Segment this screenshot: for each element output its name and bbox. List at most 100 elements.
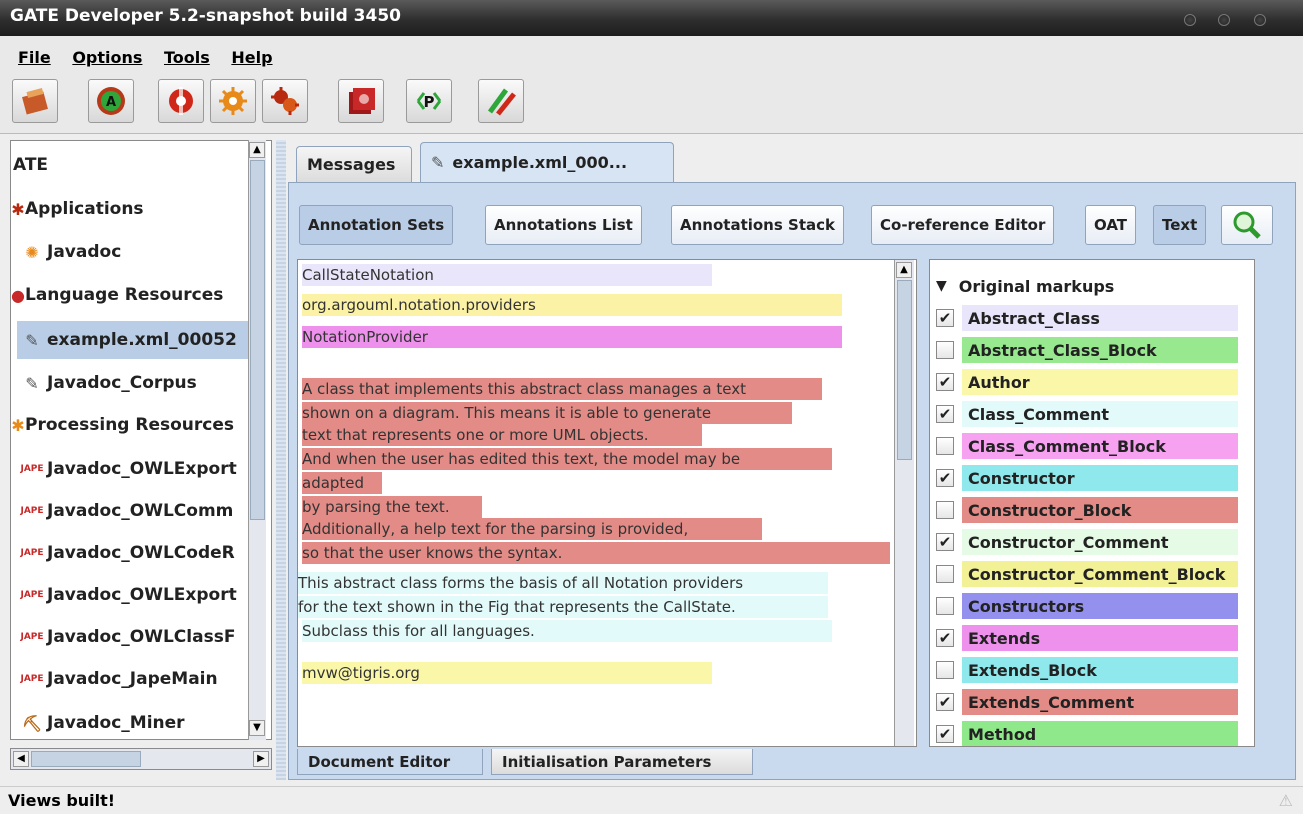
minimize-icon[interactable] — [1184, 14, 1196, 26]
tree-pr-item[interactable]: JAPE Javadoc_OWLComm — [17, 495, 233, 527]
menu-tools[interactable]: Tools — [164, 48, 210, 67]
annotation-checkbox[interactable]: ✔ — [936, 309, 954, 327]
document-text-area[interactable]: CallStateNotation org.argouml.notation.pr… — [297, 259, 917, 747]
annotation-type-row[interactable]: ✔ Class_Comment — [936, 400, 1238, 428]
annotation-checkbox[interactable] — [936, 501, 954, 519]
tree-pr-item[interactable]: JAPE Javadoc_JapeMain — [17, 663, 217, 695]
text-vertical-scrollbar[interactable]: ▲ — [894, 260, 914, 746]
scroll-up-icon[interactable]: ▲ — [896, 262, 912, 278]
tree-applications[interactable]: ✱ Applications — [11, 193, 143, 225]
tree-horizontal-scrollbar[interactable]: ◀ ▶ — [10, 748, 272, 770]
menu-options[interactable]: Options — [72, 48, 142, 67]
new-processing-resource-button[interactable] — [210, 79, 256, 123]
text-line: Additionally, a help text for the parsin… — [302, 518, 762, 540]
annotation-sets-panel[interactable]: ▼ Original markups ✔ Abstract_Class Abstra… — [929, 259, 1255, 747]
tree-processing-resources[interactable]: ✱ Processing Resources — [11, 409, 234, 441]
coreference-editor-button[interactable]: Co-reference Editor — [871, 205, 1055, 245]
annotation-type-row[interactable]: ✔ Constructor_Comment — [936, 528, 1238, 556]
load-application-icon — [22, 88, 48, 115]
annotation-checkbox[interactable] — [936, 597, 954, 615]
tree-javadoc-application[interactable]: ✺ Javadoc — [17, 236, 121, 268]
annotation-checkbox[interactable]: ✔ — [936, 725, 954, 743]
annotation-checkbox[interactable]: ✔ — [936, 629, 954, 647]
tree-root[interactable]: ATE — [13, 149, 48, 181]
oat-button[interactable]: OAT — [1085, 205, 1137, 245]
annotation-type-row[interactable]: ✔ Abstract_Class — [936, 304, 1238, 332]
annotation-checkbox[interactable]: ✔ — [936, 693, 954, 711]
annotation-checkbox[interactable]: ✔ — [936, 469, 954, 487]
annotation-type-row[interactable]: ✔ Extends_Comment — [936, 688, 1238, 716]
scroll-thumb[interactable] — [250, 160, 265, 520]
annotation-type-row[interactable]: Constructor_Comment_Block — [936, 560, 1238, 588]
pane-splitter[interactable] — [276, 140, 286, 780]
tree-pr-item[interactable]: JAPE Javadoc_OWLClassF — [17, 621, 235, 653]
annotation-checkbox[interactable] — [936, 341, 954, 359]
annotation-checkbox[interactable]: ✔ — [936, 405, 954, 423]
annotation-type-label: Constructor_Block — [962, 497, 1238, 523]
maximize-icon[interactable] — [1218, 14, 1230, 26]
new-language-resource-button[interactable] — [158, 79, 204, 123]
annotation-type-row[interactable]: Class_Comment_Block — [936, 432, 1238, 460]
annotation-type-row[interactable]: Constructor_Block — [936, 496, 1238, 524]
annie-button[interactable]: A — [88, 79, 134, 123]
annotation-type-row[interactable]: ✔ Method — [936, 720, 1238, 746]
datastore-button[interactable] — [338, 79, 384, 123]
annotation-type-row[interactable]: ✔ Extends — [936, 624, 1238, 652]
tree-pr-item[interactable]: JAPE Javadoc_OWLExport — [17, 579, 236, 611]
menu-file[interactable]: File — [18, 48, 51, 67]
annotation-type-row[interactable]: ✔ Author — [936, 368, 1238, 396]
annotation-type-label: Constructor_Comment_Block — [962, 561, 1238, 587]
tree-language-resources[interactable]: ● Language Resources — [11, 279, 223, 311]
tab-initialisation-parameters[interactable]: Initialisation Parameters — [491, 749, 753, 775]
jape-icon: JAPE — [20, 674, 44, 684]
tree-pr-item[interactable]: ⛏ Javadoc_Miner — [17, 707, 185, 739]
annotation-checkbox[interactable] — [936, 661, 954, 679]
text-button[interactable]: Text — [1153, 205, 1207, 245]
tree-pr-item[interactable]: JAPE Javadoc_OWLExport — [17, 453, 236, 485]
scroll-up-icon[interactable]: ▲ — [249, 142, 265, 158]
resource-tree[interactable]: ATE ✱ Applications ✺ Javadoc ● Language Res… — [10, 140, 272, 740]
scroll-down-icon[interactable]: ▼ — [249, 720, 265, 736]
tree-vertical-scrollbar[interactable]: ▲ ▼ — [248, 140, 266, 740]
annotation-type-row[interactable]: Abstract_Class_Block — [936, 336, 1238, 364]
tab-messages[interactable]: Messages — [296, 146, 412, 182]
annotations-stack-button[interactable]: Annotations Stack — [671, 205, 844, 245]
new-application-button[interactable] — [262, 79, 308, 123]
annotation-type-label: Author — [962, 369, 1238, 395]
annotation-type-row[interactable]: Extends_Block — [936, 656, 1238, 684]
tree-javadoc-corpus[interactable]: ✎ Javadoc_Corpus — [17, 367, 196, 399]
processing-resources-icon: ✱ — [11, 415, 25, 435]
scroll-thumb[interactable] — [897, 280, 912, 460]
annotation-sets-button[interactable]: Annotation Sets — [299, 205, 454, 245]
menu-help[interactable]: Help — [231, 48, 272, 67]
tree-pr-item[interactable]: JAPE Javadoc_OWLCodeR — [17, 537, 234, 569]
svg-text:P: P — [424, 93, 435, 111]
annotation-diff-button[interactable] — [478, 79, 524, 123]
jape-icon: JAPE — [20, 464, 44, 474]
scroll-right-icon[interactable]: ▶ — [253, 751, 269, 767]
scroll-thumb[interactable] — [31, 751, 141, 767]
svg-text:A: A — [106, 95, 116, 110]
expand-triangle-icon[interactable]: ▼ — [936, 278, 947, 294]
scroll-left-icon[interactable]: ◀ — [13, 751, 29, 767]
jape-icon: JAPE — [20, 506, 44, 516]
annotations-list-button[interactable]: Annotations List — [485, 205, 642, 245]
window-title: GATE Developer 5.2-snapshot build 3450 — [10, 6, 401, 26]
annotation-type-row[interactable]: Constructors — [936, 592, 1238, 620]
annotation-set-header[interactable]: ▼ Original markups — [936, 272, 1114, 300]
tab-document[interactable]: ✎ example.xml_000... — [420, 142, 674, 182]
language-resources-icon: ● — [11, 285, 25, 305]
close-icon[interactable] — [1254, 14, 1266, 26]
plugin-manager-button[interactable]: P — [406, 79, 452, 123]
document-icon: ✎ — [431, 153, 445, 172]
annotation-type-row[interactable]: ✔ Constructor — [936, 464, 1238, 492]
load-application-button[interactable] — [12, 79, 58, 123]
annotation-type-label: Abstract_Class_Block — [962, 337, 1238, 363]
tree-example-document[interactable]: ✎ example.xml_00052 — [17, 321, 257, 359]
annotation-checkbox[interactable] — [936, 437, 954, 455]
annotation-checkbox[interactable] — [936, 565, 954, 583]
search-button[interactable] — [1221, 205, 1273, 245]
annotation-checkbox[interactable]: ✔ — [936, 373, 954, 391]
tab-document-editor[interactable]: Document Editor — [297, 749, 483, 775]
annotation-checkbox[interactable]: ✔ — [936, 533, 954, 551]
